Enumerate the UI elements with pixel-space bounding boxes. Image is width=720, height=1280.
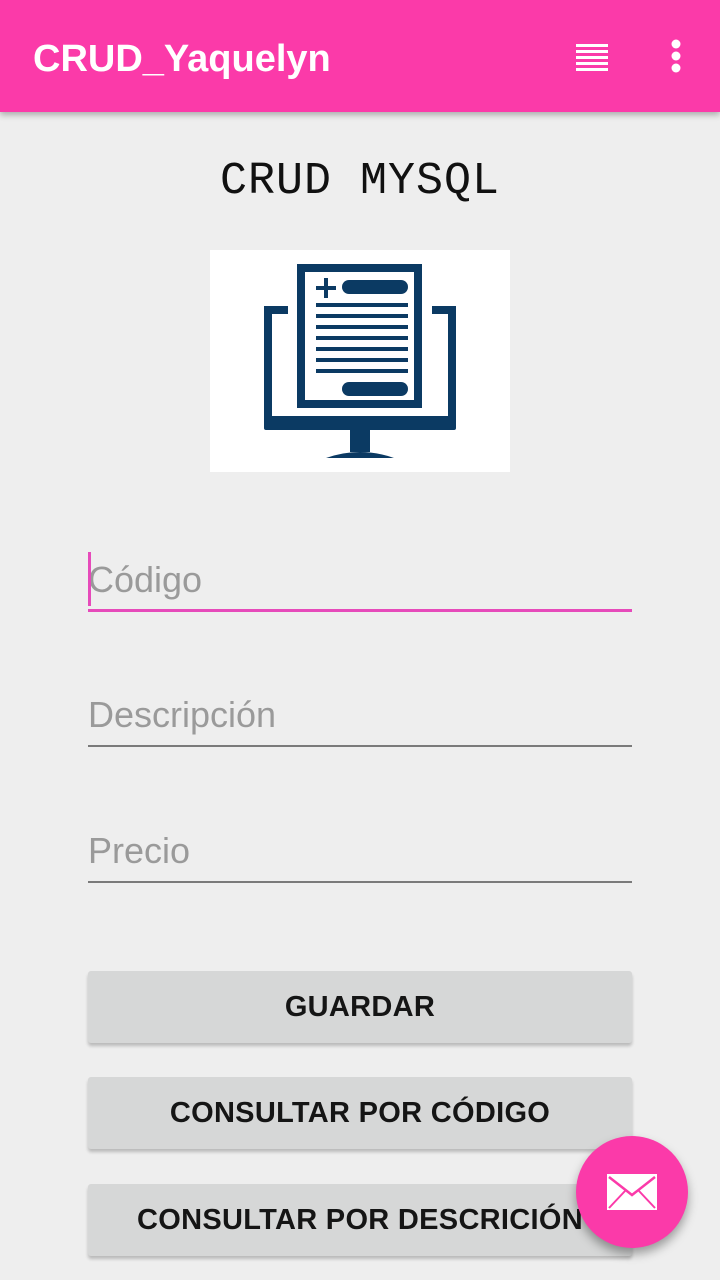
app-bar: CRUD_Yaquelyn [0, 0, 720, 112]
consultar-descripcion-button[interactable]: CONSULTAR POR DESCRICIÓN [88, 1184, 632, 1256]
page-title: CRUD MYSQL [219, 156, 501, 207]
precio-underline [88, 881, 632, 883]
descripcion-input[interactable] [88, 687, 632, 743]
more-vert-icon [671, 39, 681, 73]
crud-logo [210, 250, 510, 472]
codigo-underline [88, 609, 632, 612]
descripcion-field[interactable] [88, 687, 632, 747]
text-caret [88, 552, 91, 606]
app-title: CRUD_Yaquelyn [33, 38, 331, 80]
view-list-icon [576, 44, 608, 71]
email-fab[interactable] [576, 1136, 688, 1248]
guardar-button[interactable]: GUARDAR [88, 971, 632, 1043]
codigo-field[interactable] [88, 552, 632, 612]
email-icon [607, 1174, 657, 1210]
precio-field[interactable] [88, 823, 632, 883]
codigo-input[interactable] [88, 552, 632, 608]
document-monitor-icon [264, 264, 456, 458]
precio-input[interactable] [88, 823, 632, 879]
descripcion-underline [88, 745, 632, 747]
view-list-button[interactable] [566, 34, 618, 82]
more-options-button[interactable] [656, 34, 696, 82]
consultar-codigo-button[interactable]: CONSULTAR POR CÓDIGO [88, 1077, 632, 1149]
